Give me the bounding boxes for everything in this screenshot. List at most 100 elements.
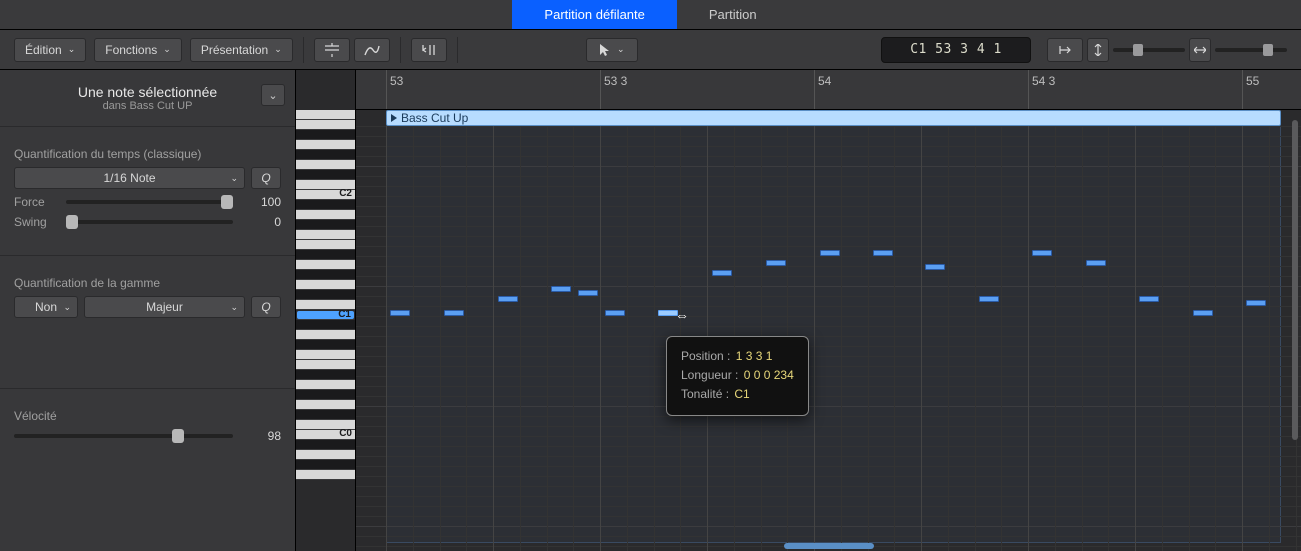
velocity-slider[interactable] bbox=[14, 434, 233, 438]
piano-key[interactable] bbox=[296, 200, 355, 210]
midi-note[interactable] bbox=[1246, 300, 1266, 306]
catch-playhead-icon[interactable] bbox=[1047, 38, 1083, 62]
collapse-mode-icon[interactable] bbox=[314, 38, 350, 62]
piano-key[interactable] bbox=[296, 340, 355, 350]
swing-label: Swing bbox=[14, 215, 60, 229]
ruler-label: 53 bbox=[390, 74, 403, 88]
horizontal-zoom-icon[interactable] bbox=[1189, 38, 1211, 62]
inspector-popup-button[interactable]: ⌄ bbox=[261, 84, 285, 106]
region-play-icon bbox=[391, 114, 397, 122]
velocity-label: Vélocité bbox=[14, 409, 281, 423]
piano-key[interactable] bbox=[296, 450, 355, 460]
pointer-tool[interactable]: ⌄ bbox=[586, 38, 638, 62]
vertical-scrollbar[interactable] bbox=[1292, 120, 1298, 440]
piano-key[interactable] bbox=[296, 390, 355, 400]
midi-note[interactable] bbox=[979, 296, 999, 302]
chevron-down-icon: ⌄ bbox=[617, 44, 625, 55]
piano-key[interactable] bbox=[296, 160, 355, 170]
midi-note[interactable] bbox=[766, 260, 786, 266]
piano-key[interactable] bbox=[296, 230, 355, 240]
piano-key[interactable] bbox=[296, 170, 355, 180]
piano-key[interactable] bbox=[296, 330, 355, 340]
midi-note[interactable] bbox=[605, 310, 625, 316]
vertical-zoom-icon[interactable] bbox=[1087, 38, 1109, 62]
piano-key[interactable] bbox=[296, 120, 355, 130]
strength-slider[interactable] bbox=[66, 200, 233, 204]
piano-key[interactable] bbox=[296, 150, 355, 160]
piano-key[interactable] bbox=[296, 110, 355, 120]
quantize-button[interactable]: Q bbox=[251, 167, 281, 189]
midi-note[interactable] bbox=[1032, 250, 1052, 256]
piano-key[interactable]: C2 bbox=[296, 190, 355, 200]
chevron-down-icon: ⌄ bbox=[230, 173, 238, 184]
chevron-down-icon: ⌄ bbox=[68, 44, 76, 55]
piano-key[interactable] bbox=[296, 290, 355, 300]
selection-subtitle: dans Bass Cut UP bbox=[0, 100, 295, 112]
midi-note[interactable] bbox=[1086, 260, 1106, 266]
piano-key[interactable] bbox=[296, 470, 355, 480]
piano-key[interactable] bbox=[296, 280, 355, 290]
piano-key[interactable] bbox=[296, 460, 355, 470]
piano-key[interactable]: C1 bbox=[296, 310, 355, 320]
midi-in-icon[interactable] bbox=[411, 38, 447, 62]
piano-key[interactable] bbox=[296, 350, 355, 360]
info-display: C1 53 3 4 1 bbox=[881, 37, 1031, 63]
midi-note[interactable] bbox=[498, 296, 518, 302]
piano-key[interactable]: C0 bbox=[296, 430, 355, 440]
piano-key[interactable] bbox=[296, 380, 355, 390]
piano-key[interactable] bbox=[296, 410, 355, 420]
midi-note[interactable] bbox=[444, 310, 464, 316]
midi-note[interactable] bbox=[820, 250, 840, 256]
tab-score[interactable]: Partition bbox=[677, 0, 789, 29]
piano-key[interactable] bbox=[296, 130, 355, 140]
swing-value: 0 bbox=[239, 215, 281, 229]
piano-key[interactable] bbox=[296, 240, 355, 250]
midi-note[interactable] bbox=[551, 286, 571, 292]
view-menu[interactable]: Présentation⌄ bbox=[190, 38, 293, 62]
piano-key[interactable] bbox=[296, 260, 355, 270]
piano-key[interactable] bbox=[296, 210, 355, 220]
note-info-tooltip: Position : 1 3 3 1 Longueur : 0 0 0 234 … bbox=[666, 336, 809, 416]
piano-key[interactable] bbox=[296, 270, 355, 280]
region-header[interactable]: Bass Cut Up bbox=[386, 110, 1281, 126]
piano-key[interactable] bbox=[296, 250, 355, 260]
scale-enable-select[interactable]: Non⌄ bbox=[14, 296, 78, 318]
ruler-label: 55 bbox=[1246, 74, 1259, 88]
piano-keyboard[interactable]: C2 C1 C0 bbox=[296, 70, 356, 551]
tab-bar: Partition défilante Partition bbox=[0, 0, 1301, 30]
piano-key[interactable] bbox=[296, 360, 355, 370]
midi-note[interactable] bbox=[658, 310, 678, 316]
midi-note[interactable] bbox=[390, 310, 410, 316]
midi-note[interactable] bbox=[578, 290, 598, 296]
midi-note[interactable] bbox=[925, 264, 945, 270]
time-quantize-select[interactable]: 1/16 Note⌄ bbox=[14, 167, 245, 189]
horizontal-scrollbar[interactable] bbox=[784, 543, 874, 549]
piano-key[interactable] bbox=[296, 320, 355, 330]
piano-key[interactable] bbox=[296, 400, 355, 410]
ruler-label: 54 3 bbox=[1032, 74, 1055, 88]
midi-note[interactable] bbox=[1193, 310, 1213, 316]
functions-menu[interactable]: Fonctions⌄ bbox=[94, 38, 182, 62]
chevron-down-icon: ⌄ bbox=[274, 44, 282, 55]
scale-mode-select[interactable]: Majeur⌄ bbox=[84, 296, 245, 318]
bar-ruler[interactable]: 53 53 3 54 54 3 55 bbox=[356, 70, 1301, 110]
horizontal-zoom-slider[interactable] bbox=[1215, 48, 1287, 52]
vertical-zoom-slider[interactable] bbox=[1113, 48, 1185, 52]
midi-note[interactable] bbox=[1139, 296, 1159, 302]
swing-slider[interactable] bbox=[66, 220, 233, 224]
tab-piano-roll[interactable]: Partition défilante bbox=[512, 0, 676, 29]
inspector-panel: Une note sélectionnée dans Bass Cut UP ⌄… bbox=[0, 70, 296, 551]
edit-menu[interactable]: Édition⌄ bbox=[14, 38, 86, 62]
midi-note[interactable] bbox=[873, 250, 893, 256]
region-name: Bass Cut Up bbox=[401, 111, 468, 125]
scale-quantize-button[interactable]: Q bbox=[251, 296, 281, 318]
midi-note[interactable] bbox=[712, 270, 732, 276]
strength-value: 100 bbox=[239, 195, 281, 209]
ruler-label: 53 3 bbox=[604, 74, 627, 88]
automation-curve-icon[interactable] bbox=[354, 38, 390, 62]
piano-key[interactable] bbox=[296, 220, 355, 230]
piano-key[interactable] bbox=[296, 440, 355, 450]
piano-key[interactable] bbox=[296, 370, 355, 380]
piano-roll-grid[interactable]: 53 53 3 54 54 3 55 Bass Cut Up ⇔ Positio… bbox=[356, 70, 1301, 551]
piano-key[interactable] bbox=[296, 140, 355, 150]
